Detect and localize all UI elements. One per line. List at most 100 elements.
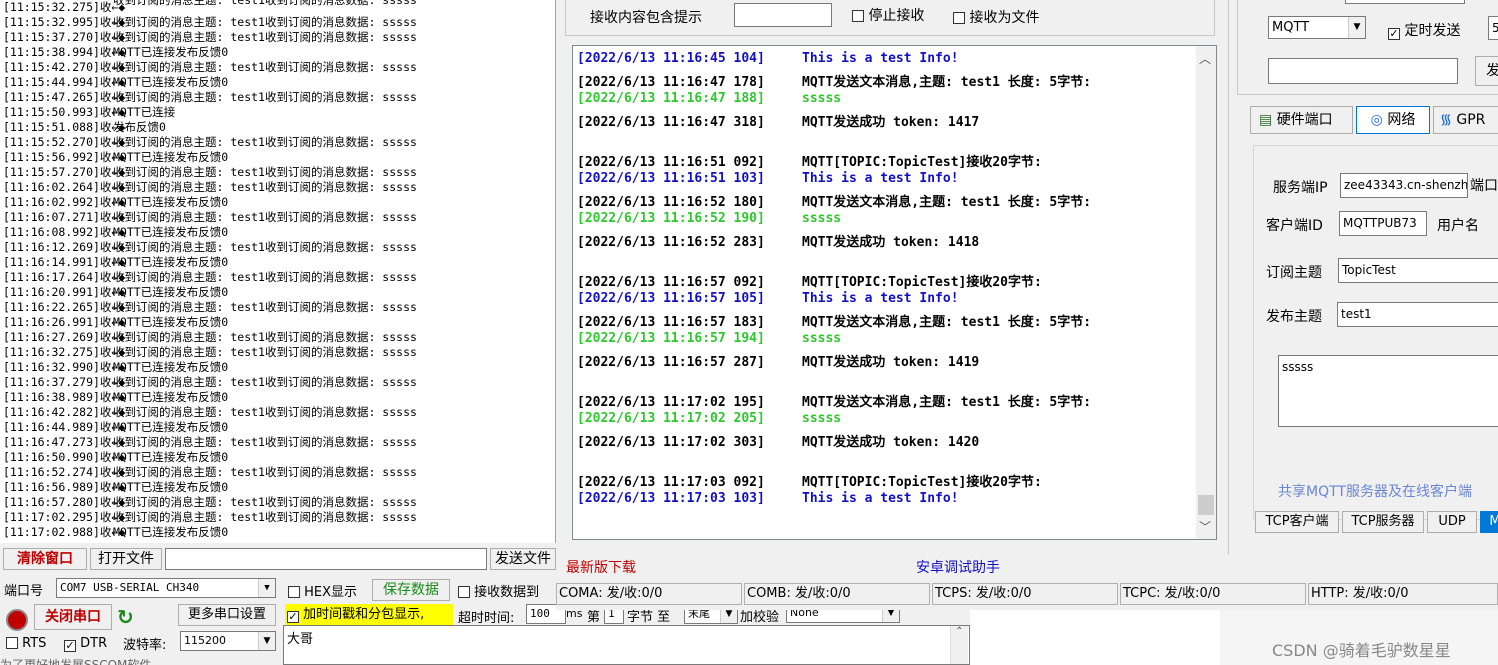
- send-button[interactable]: 发: [1475, 56, 1498, 86]
- receive-line: [2022/6/13 11:16:47 318] MQTT发送成功 token: …: [577, 111, 979, 130]
- log-timestamp: [11:16:02.992]收←◆: [3, 195, 126, 209]
- baud-select[interactable]: 115200 ▼: [180, 631, 276, 651]
- log-row: [11:15:50.993]收←◆ MQTT已连接: [0, 105, 555, 120]
- tab-gprs[interactable]: ᯾ GPR: [1433, 106, 1498, 134]
- log-timestamp: [11:15:42.270]收←◆: [3, 60, 126, 74]
- receive-line: [2022/6/13 11:16:57 287] MQTT发送成功 token: …: [577, 351, 979, 370]
- timestamp-checkbox[interactable]: ✓ 加时间戳和分包显示,: [285, 604, 453, 626]
- log-message: 收到订阅的消息主题: test1收到订阅的消息数据: sssss: [113, 135, 417, 149]
- rts-checkbox[interactable]: RTS: [6, 636, 46, 651]
- sub-topic-label: 订阅主题: [1266, 265, 1322, 281]
- receive-timestamp: [2022/6/13 11:16:47 178]: [577, 75, 765, 90]
- tab-network[interactable]: ◎ 网络: [1356, 106, 1430, 134]
- port-select[interactable]: COM7 USB-SERIAL CH340 ▼: [56, 578, 276, 598]
- status-http: HTTP: 发/收:0/0: [1308, 583, 1498, 605]
- server-ip-input[interactable]: zee43343.cn-shenzh: [1340, 173, 1468, 198]
- recv-to-file-checkbox[interactable]: 接收数据到: [458, 581, 556, 600]
- tab-tcp-client[interactable]: TCP客户端: [1255, 511, 1339, 533]
- tab-hardware-port[interactable]: ▤ 硬件端口: [1250, 106, 1353, 134]
- share-mqtt-link[interactable]: 共享MQTT服务器及在线客户端: [1278, 481, 1472, 501]
- save-data-button[interactable]: 保存数据: [372, 579, 450, 601]
- receive-timestamp: [2022/6/13 11:16:52 190]: [577, 211, 765, 226]
- send-area-scrollbar[interactable]: ⌃: [950, 626, 968, 664]
- receive-message: MQTT发送成功 token: 1417: [802, 115, 980, 130]
- timed-send-checkbox[interactable]: ✓ 定时发送: [1388, 20, 1460, 40]
- file-path-input[interactable]: [165, 548, 487, 570]
- log-message: 收到订阅的消息主题: test1收到订阅的消息数据: sssss: [113, 435, 417, 449]
- receive-timestamp: [2022/6/13 11:16:57 287]: [577, 355, 765, 370]
- network-globe-icon: ◎: [1370, 112, 1383, 128]
- receive-line: [2022/6/13 11:16:51 092] MQTT[TOPIC:Topic…: [577, 151, 1042, 170]
- log-message: 收到订阅的消息主题: test1收到订阅的消息数据: sssss: [113, 240, 417, 254]
- log-message: 收到订阅的消息主题: test1收到订阅的消息数据: sssss: [113, 15, 417, 29]
- log-message: 收到订阅的消息主题: test1收到订阅的消息数据: sssss: [113, 405, 417, 419]
- log-row: [11:16:37.279]收←◆ 收到订阅的消息主题: test1收到订阅的消息…: [0, 375, 555, 390]
- receive-message: This is a test Info!: [802, 51, 959, 66]
- protocol-select[interactable]: MQTT ▼: [1268, 16, 1366, 39]
- network-receive-log[interactable]: [2022/6/13 11:16:45 104] This is a test I…: [572, 45, 1217, 540]
- receive-message: MQTT发送成功 token: 1420: [802, 435, 980, 450]
- scroll-thumb[interactable]: [1198, 495, 1214, 515]
- log-timestamp: [11:16:26.991]收←◆: [3, 315, 126, 329]
- log-message: MQTT已连接发布反馈0: [113, 75, 229, 89]
- send-data-input[interactable]: [1268, 58, 1458, 84]
- recv-file-checkbox[interactable]: 接收为文件: [953, 7, 1039, 27]
- tab-udp[interactable]: UDP: [1427, 511, 1477, 533]
- tab-tcp-server[interactable]: TCP服务器: [1342, 511, 1424, 533]
- receive-message: sssss: [802, 411, 842, 426]
- log-timestamp: [11:16:56.989]收←◆: [3, 480, 126, 494]
- sub-topic-input[interactable]: TopicTest: [1338, 258, 1498, 283]
- latest-download-link[interactable]: 最新版下载: [566, 557, 636, 577]
- log-timestamp: [11:16:12.269]收←◆: [3, 240, 126, 254]
- receive-message: MQTT发送文本消息,主题: test1 长度: 5字节:: [802, 395, 1092, 410]
- send-text-area[interactable]: 大哥: [283, 625, 970, 665]
- recv-file-label: 接收为文件: [969, 10, 1040, 26]
- log-row: [11:16:27.269]收←◆ 收到订阅的消息主题: test1收到订阅的消息…: [0, 330, 555, 345]
- hex-display-checkbox[interactable]: HEX显示: [288, 581, 357, 600]
- more-settings-button[interactable]: 更多串口设置: [178, 604, 276, 626]
- android-helper-link[interactable]: 安卓调试助手: [916, 557, 1000, 577]
- checkbox-checked-icon: ✓: [64, 639, 76, 652]
- log-row: [11:16:52.274]收←◆ 收到订阅的消息主题: test1收到订阅的消息…: [0, 465, 555, 480]
- scroll-up-icon[interactable]: ︿: [1199, 50, 1211, 67]
- tab-mqtt[interactable]: M: [1480, 511, 1498, 533]
- open-file-button[interactable]: 打开文件: [90, 548, 162, 570]
- receive-timestamp: [2022/6/13 11:16:57 183]: [577, 315, 765, 330]
- pub-topic-input[interactable]: test1: [1337, 302, 1498, 327]
- receive-timestamp: [2022/6/13 11:16:47 318]: [577, 115, 765, 130]
- receive-message: MQTT发送文本消息,主题: test1 长度: 5字节:: [802, 195, 1092, 210]
- dtr-checkbox[interactable]: ✓ DTR: [64, 636, 107, 652]
- log-timestamp: [11:15:37.270]收←◆: [3, 30, 126, 44]
- recv-hint-input[interactable]: [734, 3, 832, 27]
- receive-message: This is a test Info!: [802, 171, 959, 186]
- close-port-button[interactable]: 关闭串口: [34, 604, 112, 630]
- serial-receive-log[interactable]: [11:15:32.275]收←◆ 收到订阅的消息主题: test1收到订阅的消息…: [0, 0, 556, 543]
- client-id-input[interactable]: MQTTPUB73: [1339, 211, 1427, 236]
- tab-gprs-label: GPR: [1456, 112, 1486, 128]
- scroll-down-icon[interactable]: ﹀: [1199, 518, 1211, 535]
- tab-network-label: 网络: [1387, 112, 1416, 128]
- payload-input[interactable]: sssss: [1278, 355, 1498, 427]
- status-coma: COMA: 发/收:0/0: [556, 583, 742, 605]
- refresh-icon[interactable]: ↻: [117, 605, 134, 629]
- send-file-button[interactable]: 发送文件: [490, 548, 556, 570]
- log-timestamp: [11:16:08.992]收←◆: [3, 225, 126, 239]
- stop-recv-checkbox[interactable]: 停止接收: [852, 5, 924, 25]
- log-row: [11:16:57.280]收←◆ 收到订阅的消息主题: test1收到订阅的消息…: [0, 495, 555, 510]
- log-row: [11:15:38.994]收←◆ MQTT已连接发布反馈0: [0, 45, 555, 60]
- timeout-label: 超时时间:: [458, 611, 515, 626]
- receive-timestamp: [2022/6/13 11:16:52 283]: [577, 235, 765, 250]
- username-label: 用户名: [1437, 218, 1479, 234]
- log-timestamp: [11:17:02.295]收←◆: [3, 510, 126, 524]
- log-row: [11:16:14.991]收←◆ MQTT已连接发布反馈0: [0, 255, 555, 270]
- antenna-icon: ᯾: [1440, 112, 1452, 128]
- log-message: 收到订阅的消息主题: test1收到订阅的消息数据: sssss: [113, 300, 417, 314]
- checkbox-checked-icon: ✓: [287, 610, 299, 623]
- clear-window-button[interactable]: 清除窗口: [3, 548, 87, 570]
- log-row: [11:15:57.270]收←◆ 收到订阅的消息主题: test1收到订阅的消息…: [0, 165, 555, 180]
- timed-interval-input[interactable]: 5: [1488, 16, 1498, 40]
- log-message: MQTT已连接发布反馈0: [113, 315, 229, 329]
- receive-message: MQTT发送成功 token: 1419: [802, 355, 980, 370]
- receive-scrollbar[interactable]: ︿ ﹀: [1196, 46, 1216, 539]
- dtr-label: DTR: [80, 636, 108, 651]
